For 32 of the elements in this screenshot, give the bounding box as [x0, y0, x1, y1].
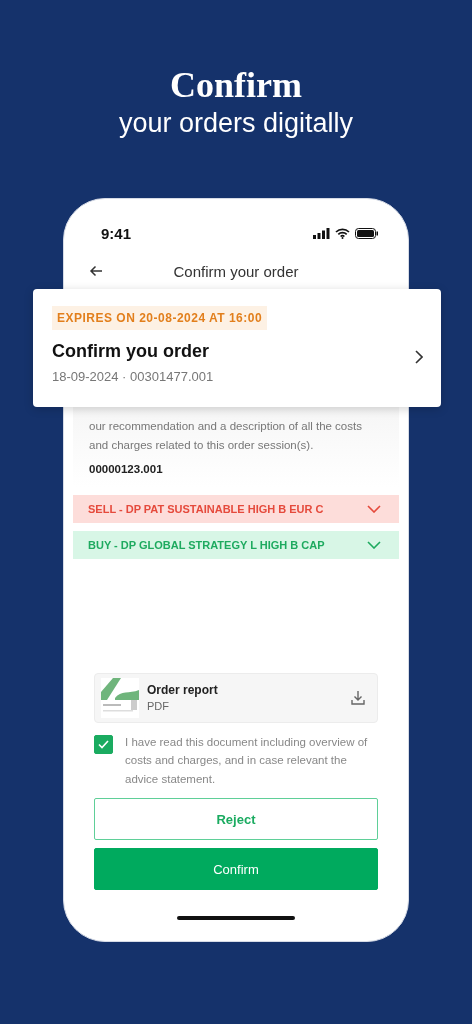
order-label: BUY - DP GLOBAL STRATEGY L HIGH B CAP — [88, 539, 325, 551]
document-card[interactable]: Order report PDF — [94, 672, 378, 723]
back-arrow-icon[interactable] — [89, 265, 103, 277]
description-text: our recommendation and a description of all the costs — [89, 419, 363, 434]
order-title: Confirm you order — [52, 341, 210, 362]
checkmark-icon — [98, 739, 109, 749]
order-row[interactable]: SELL - DP PAT SUSTAINABLE HIGH B EUR C — [73, 495, 399, 523]
chevron-icon — [367, 505, 381, 513]
order-card[interactable]: EXPIRES ON 20-08-2024 AT 16:00 Confirm you order 18-09-2024 · 00301477.001 — [33, 289, 441, 407]
headline-title: Confirm — [170, 64, 302, 106]
chevron-icon — [367, 541, 381, 549]
order-row[interactable]: BUY - DP GLOBAL STRATEGY L HIGH B CAP — [73, 531, 399, 559]
order-meta: 18-09-2024 · 00301477.001 — [52, 369, 215, 384]
confirm-button[interactable]: Confirm — [94, 848, 378, 890]
consent-checkbox[interactable] — [94, 734, 113, 754]
wifi-icon — [335, 227, 350, 239]
document-title: Order report — [147, 683, 219, 697]
screen-title: Confirm your order — [172, 262, 300, 280]
document-thumbnail — [101, 677, 139, 718]
download-icon[interactable] — [351, 690, 365, 705]
reference-number: 00000123.001 — [89, 463, 164, 475]
expiry-badge: EXPIRES ON 20-08-2024 AT 16:00 — [52, 306, 268, 330]
reject-button[interactable]: Reject — [94, 798, 378, 840]
order-label: SELL - DP PAT SUSTAINABLE HIGH B EUR C — [88, 503, 324, 515]
signal-icon — [313, 227, 330, 239]
status-time: 9:41 — [101, 224, 132, 242]
consent-text: I have read this document including overview of costs and charges, and in case relevant the advice statement. — [125, 734, 369, 787]
document-type: PDF — [147, 700, 170, 712]
battery-icon — [355, 227, 379, 239]
chevron-right-icon — [415, 349, 423, 364]
headline-subtitle: your orders digitally — [118, 107, 354, 140]
description-text: and charges related to this order session(s). — [89, 438, 315, 453]
